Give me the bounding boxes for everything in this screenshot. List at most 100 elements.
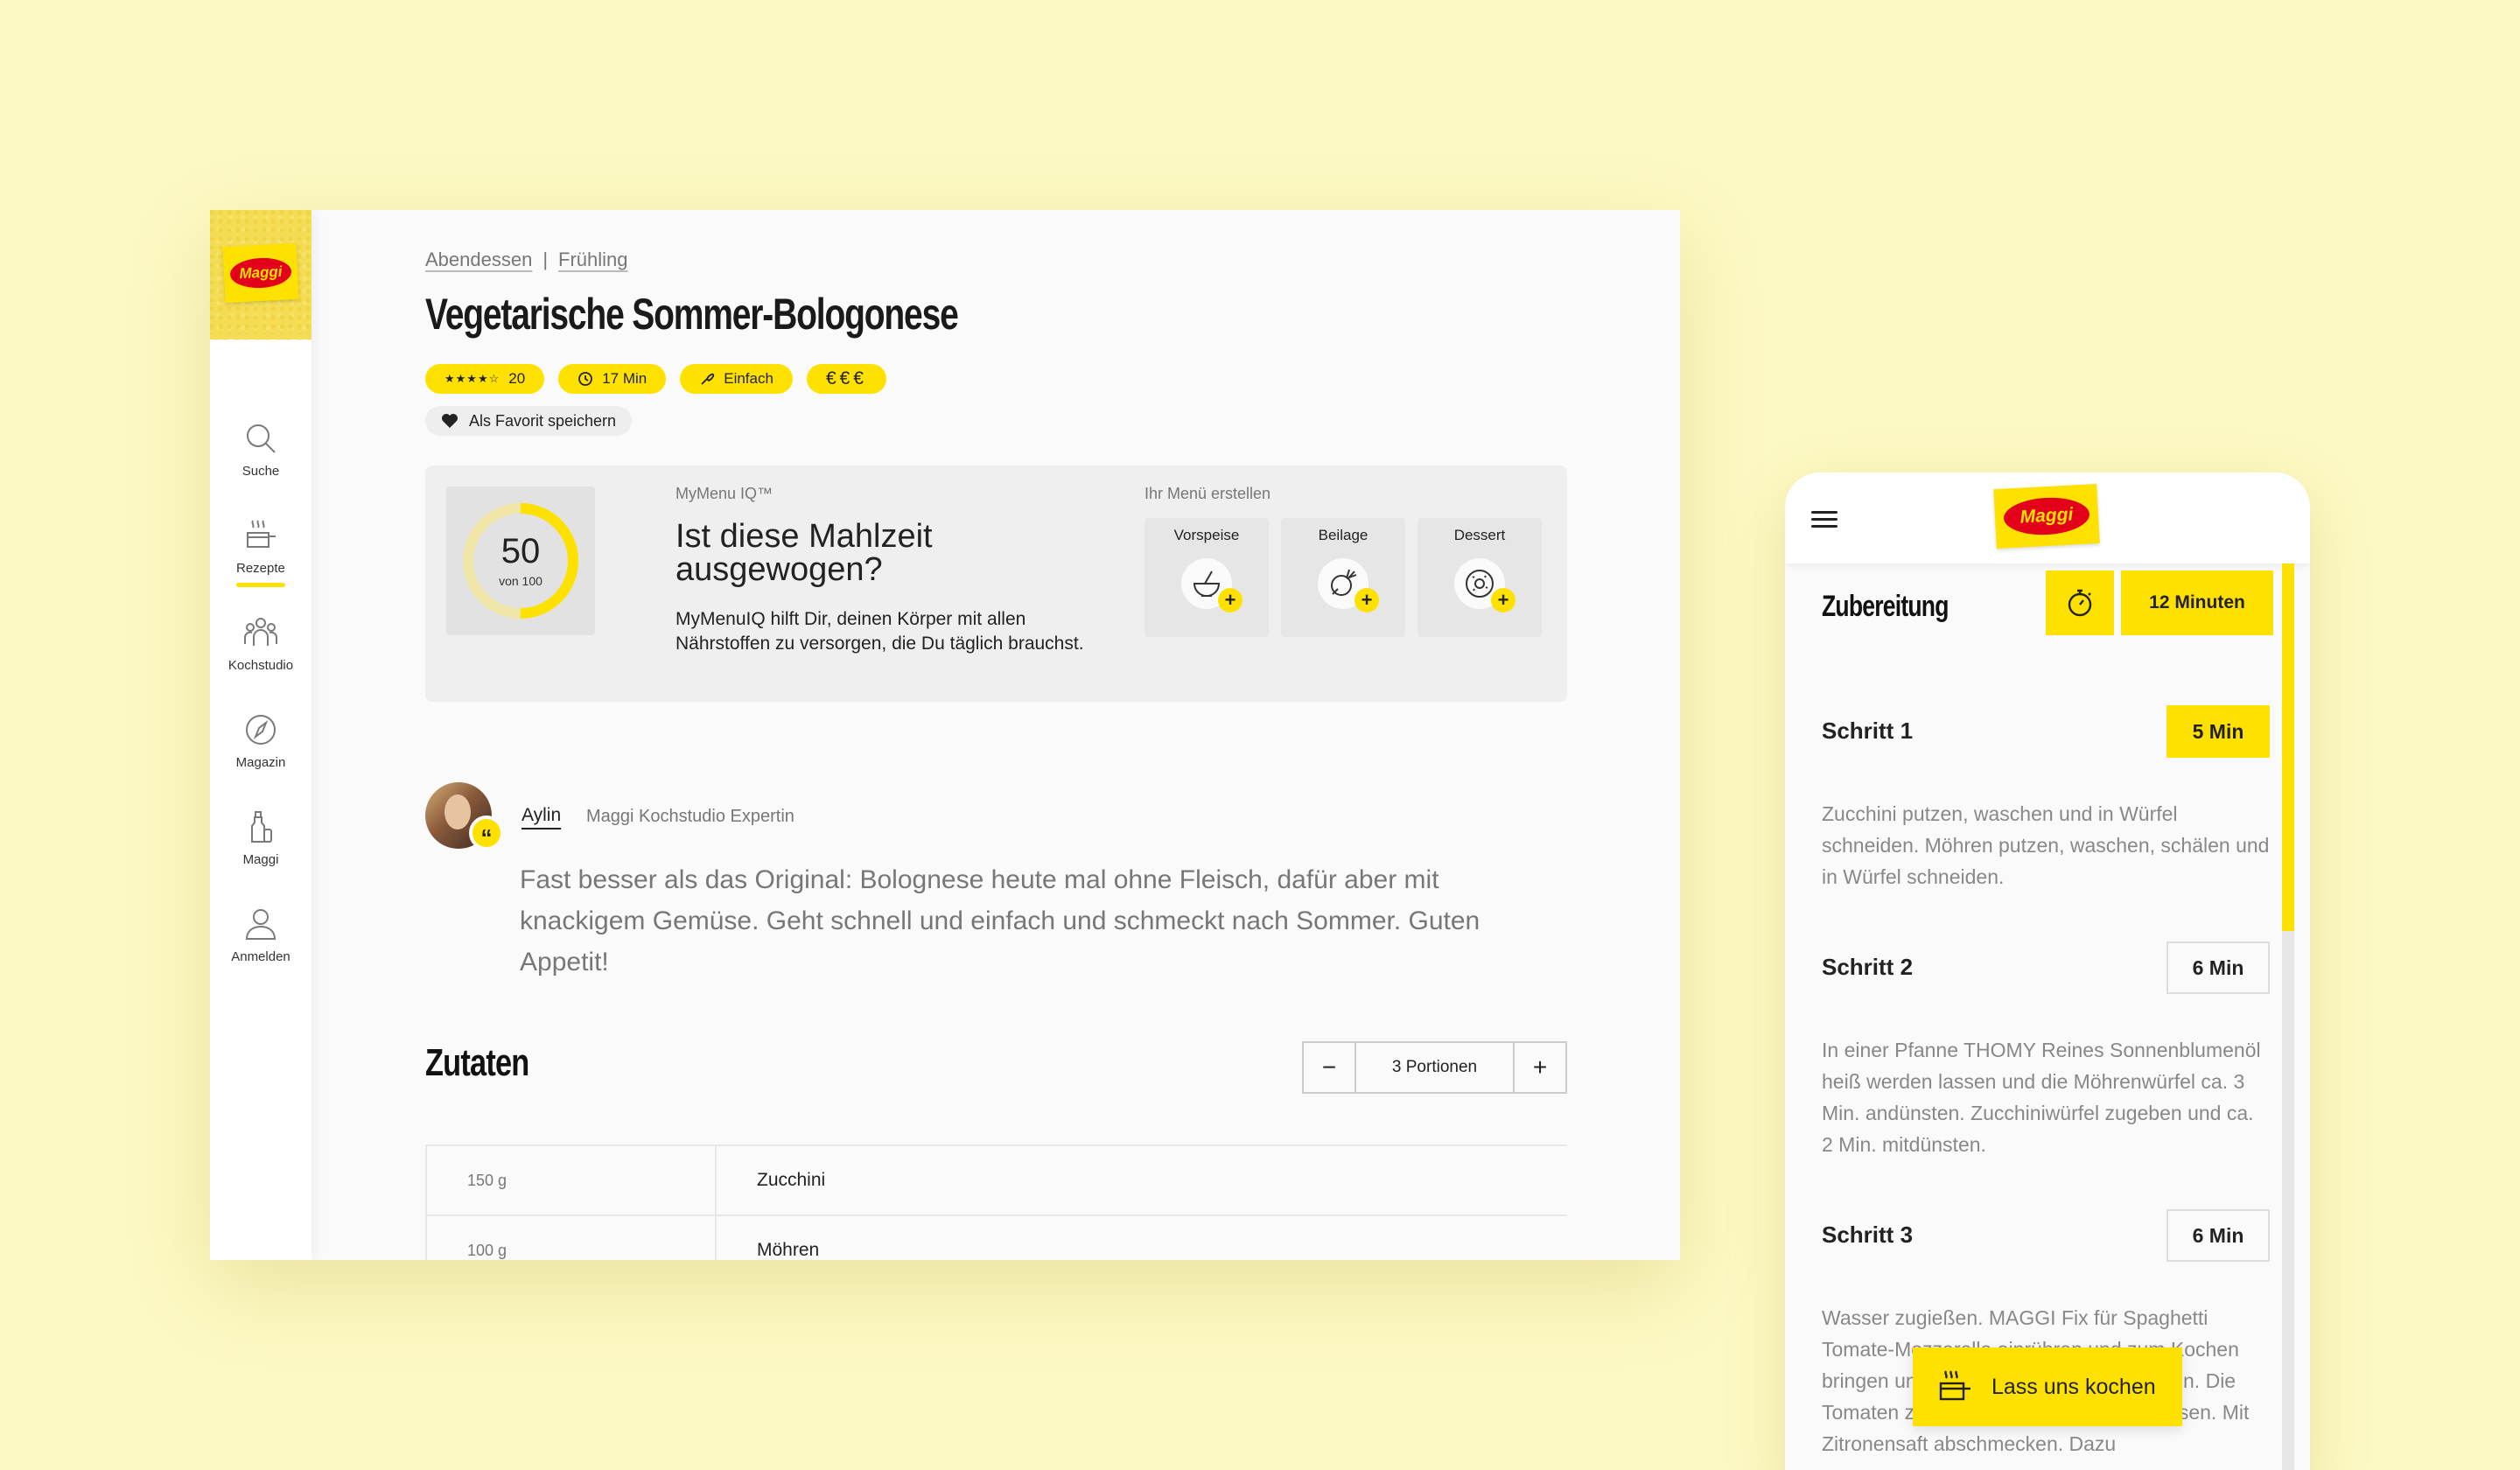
step-head: Schritt 3 6 Min: [1822, 1209, 2270, 1262]
sidebar-item-label: Anmelden: [231, 949, 290, 964]
course-beilage[interactable]: Beilage +: [1281, 518, 1405, 637]
author-role: Maggi Kochstudio Expertin: [586, 807, 794, 826]
rating-pill[interactable]: ★★★★☆ 20: [425, 364, 545, 394]
breadcrumb-item-fruehling[interactable]: Frühling: [558, 248, 627, 271]
step-2: Schritt 2 6 Min In einer Pfanne THOMY Re…: [1822, 942, 2270, 1160]
breadcrumb-separator: |: [542, 248, 549, 270]
step-title: Schritt 3: [1822, 1222, 1914, 1248]
ingredient-name: Zucchini: [757, 1170, 826, 1190]
mymenu-description: MyMenuIQ hilft Dir, deinen Körper mit al…: [676, 609, 1084, 654]
people-icon: [244, 618, 277, 646]
preparation-title: Zubereitung: [1822, 590, 1949, 623]
maggi-logo[interactable]: Maggi: [1993, 483, 2100, 550]
stopwatch-icon: [2068, 589, 2092, 617]
whisk-icon: [701, 373, 715, 385]
ingredients-table: 150 g Zucchini 100 g Möhren: [425, 1144, 1567, 1260]
course-label: Beilage: [1318, 527, 1368, 543]
score-gauge: 50 von 100: [446, 486, 595, 635]
time-pill: 17 Min: [558, 364, 667, 394]
sidebar-item-label: Maggi: [242, 852, 279, 867]
difficulty-value: Einfach: [724, 370, 774, 387]
breadcrumb: Abendessen | Frühling: [425, 248, 1567, 271]
mobile-recipe-view: Maggi Zubereitung 12 Minuten Schritt 1 5…: [1785, 472, 2310, 1470]
portion-increase-button[interactable]: +: [1515, 1043, 1565, 1092]
maggi-logo-text: Maggi: [2002, 495, 2091, 537]
total-time: 12 Minuten: [2121, 570, 2273, 635]
ingredient-name: Möhren: [757, 1240, 820, 1260]
price-pill: €€€: [806, 364, 886, 394]
sidebar-item-label: Rezepte: [236, 561, 285, 587]
compass-icon: [246, 715, 276, 745]
course-dessert[interactable]: Dessert +: [1418, 518, 1542, 637]
breadcrumb-item-abendessen[interactable]: Abendessen: [425, 248, 532, 271]
desktop-recipe-page: Maggi Suche Rezepte Kochstudio Magazin M…: [210, 210, 1680, 1260]
step-head: Schritt 1 5 Min: [1822, 705, 2270, 758]
sidebar-item-label: Magazin: [235, 755, 286, 770]
lets-cook-button[interactable]: Lass uns kochen: [1913, 1348, 2182, 1426]
sidebar-item-label: Suche: [242, 464, 280, 479]
course-label: Dessert: [1453, 527, 1506, 543]
rating-count: 20: [508, 370, 526, 387]
pot-icon: [247, 520, 276, 548]
step-time-badge[interactable]: 5 Min: [2166, 705, 2270, 758]
heart-icon: [442, 414, 458, 428]
course-icon-wrap: +: [1318, 558, 1379, 612]
page-title: Vegetarische Sommer-Bologonese: [425, 290, 959, 339]
step-title: Schritt 2: [1822, 954, 1914, 980]
difficulty-pill: Einfach: [680, 364, 793, 394]
step-time-badge[interactable]: 6 Min: [2166, 1209, 2270, 1262]
maggi-logo-text: Maggi: [229, 256, 292, 290]
step-text: Zucchini putzen, waschen und in Würfel s…: [1822, 802, 2270, 888]
ingredient-amount: 150 g: [425, 1146, 717, 1214]
score-text: 50 von 100: [499, 534, 542, 588]
bottle-icon: [251, 811, 272, 843]
timer-button[interactable]: [2046, 570, 2114, 635]
step-text: In einer Pfanne THOMY Reines Sonnenblume…: [1822, 1039, 2261, 1156]
ingredient-amount: 100 g: [425, 1216, 717, 1260]
sidebar-item-anmelden[interactable]: Anmelden: [210, 886, 312, 984]
sidebar-item-kochstudio[interactable]: Kochstudio: [210, 595, 312, 692]
portion-decrease-button[interactable]: −: [1304, 1043, 1354, 1092]
sidebar: Maggi Suche Rezepte Kochstudio Magazin M…: [210, 210, 312, 1260]
course-vorspeise[interactable]: Vorspeise +: [1144, 518, 1269, 637]
favorite-button[interactable]: Als Favorit speichern: [425, 406, 633, 436]
mymenu-label: MyMenu IQ™: [676, 485, 774, 502]
ingredients-header: Zutaten − 3 Portionen +: [425, 1041, 1567, 1094]
table-row: 100 g Möhren: [425, 1216, 1567, 1260]
pot-icon: [1939, 1370, 1970, 1401]
menu-builder-label: Ihr Menü erstellen: [1144, 485, 1271, 502]
step-time-badge[interactable]: 6 Min: [2166, 942, 2270, 994]
mobile-header: Maggi: [1785, 472, 2310, 564]
recipe-meta-pills: ★★★★☆ 20 17 Min Einfach €€€: [425, 364, 1567, 394]
add-course-plus-icon: +: [1218, 588, 1242, 612]
menu-icon[interactable]: [1811, 511, 1838, 528]
author-quote-text: Fast besser als das Original: Bolognese …: [520, 865, 1480, 976]
scrollbar-thumb[interactable]: [2282, 564, 2294, 931]
preparation-header: Zubereitung 12 Minuten: [1822, 570, 2273, 635]
step-head: Schritt 2 6 Min: [1822, 942, 2270, 994]
course-icon-wrap: +: [1454, 558, 1516, 612]
sidebar-item-rezepte[interactable]: Rezepte: [210, 498, 312, 595]
favorite-label: Als Favorit speichern: [469, 411, 617, 430]
sidebar-logo-area: Maggi: [210, 210, 312, 345]
course-icon-wrap: +: [1181, 558, 1242, 612]
author-name[interactable]: Aylin: [522, 805, 561, 826]
table-row: 150 g Zucchini: [425, 1146, 1567, 1216]
portion-value: 3 Portionen: [1354, 1043, 1515, 1092]
price-value: €€€: [825, 368, 867, 388]
quote-icon: “: [469, 816, 504, 850]
portion-stepper: − 3 Portionen +: [1302, 1041, 1567, 1094]
step-1: Schritt 1 5 Min Zucchini putzen, waschen…: [1822, 705, 2270, 892]
maggi-logo[interactable]: Maggi: [222, 242, 299, 304]
recipe-content: Abendessen | Frühling Vegetarische Somme…: [425, 210, 1567, 1260]
course-label: Vorspeise: [1173, 527, 1240, 543]
sidebar-nav: Suche Rezepte Kochstudio Magazin Maggi A…: [210, 401, 312, 984]
score-sub: von 100: [499, 574, 542, 588]
sidebar-item-magazin[interactable]: Magazin: [210, 692, 312, 789]
add-course-plus-icon: +: [1354, 588, 1379, 612]
sidebar-item-maggi[interactable]: Maggi: [210, 789, 312, 886]
sidebar-item-suche[interactable]: Suche: [210, 401, 312, 498]
add-course-plus-icon: +: [1491, 588, 1516, 612]
rating-stars-icon: ★★★★☆: [444, 372, 500, 385]
search-icon: [247, 424, 276, 453]
